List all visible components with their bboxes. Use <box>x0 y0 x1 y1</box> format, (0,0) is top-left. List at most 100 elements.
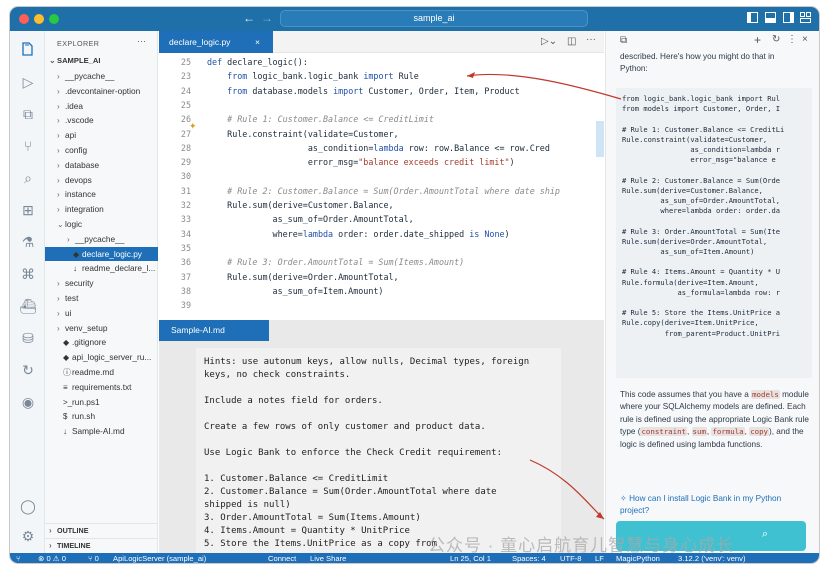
run-debug-icon[interactable]: ▷ <box>19 73 37 91</box>
minimize-window-button[interactable] <box>34 14 44 24</box>
split-editor-icon[interactable]: ◫ <box>567 36 576 47</box>
tree-item[interactable]: › __pycache__ <box>45 69 158 84</box>
tree-item[interactable]: >_run.ps1 <box>45 395 158 410</box>
github-icon[interactable]: ◉ <box>19 393 37 411</box>
explorer-header: EXPLORER <box>57 39 100 48</box>
remote-indicator-icon[interactable]: ⑂ <box>16 553 21 563</box>
ports-indicator[interactable]: ⑂ 0 <box>88 553 99 563</box>
command-center-search[interactable]: sample_ai <box>280 10 588 27</box>
chat-explanation: This code assumes that you have a models… <box>620 390 809 449</box>
zoom-window-button[interactable] <box>49 14 59 24</box>
chat-more-icon[interactable]: ⋮ <box>787 34 797 45</box>
problems-indicator[interactable]: ⊗ 0 ⚠ 0 <box>38 553 66 563</box>
tree-item[interactable]: › instance <box>45 187 158 202</box>
tree-item[interactable]: ≡ requirements.txt <box>45 380 158 395</box>
deploy-icon[interactable]: ↻ <box>19 361 37 379</box>
code-line[interactable]: from database.models import Customer, Or… <box>207 84 519 98</box>
nav-forward-icon[interactable]: → <box>261 11 273 25</box>
outline-section[interactable]: › OUTLINE <box>45 523 158 538</box>
editor-more-icon[interactable]: ··· <box>586 34 596 45</box>
explorer-icon[interactable] <box>19 41 37 59</box>
tree-item[interactable]: › integration <box>45 202 158 217</box>
code-line[interactable]: # Rule 2: Customer.Balance = Sum(Order.A… <box>207 184 560 198</box>
settings-gear-icon[interactable]: ⚙ <box>19 527 37 545</box>
toggle-panel-icon[interactable] <box>765 12 776 27</box>
tree-item[interactable]: ↓ Sample-AI.md <box>45 424 158 439</box>
tree-item[interactable]: ↓ readme_declare_l... <box>45 261 158 276</box>
markdown-preview-panel: Sample-AI.md Hints: use autonum keys, al… <box>159 320 604 553</box>
tree-item[interactable]: ◆ declare_logic.py <box>45 246 158 262</box>
code-line[interactable]: error_msg="balance exceeds credit limit"… <box>207 155 515 169</box>
remote-explorer-icon[interactable]: ⧉ <box>19 105 37 123</box>
code-line[interactable]: # Rule 3: Order.AmountTotal = Sum(Items.… <box>207 255 464 269</box>
tree-item[interactable]: › .idea <box>45 99 158 114</box>
account-icon[interactable]: ◯ <box>19 497 37 515</box>
tree-item-label: .gitignore <box>72 337 107 348</box>
live-share-button[interactable]: Live Share <box>310 553 346 563</box>
explorer-more-button[interactable]: ··· <box>137 36 146 46</box>
chat-icon[interactable]: ⧉ <box>620 35 627 46</box>
tree-item[interactable]: › database <box>45 158 158 173</box>
send-icon[interactable]: ⌕ <box>762 528 768 541</box>
tree-item[interactable]: ⌄logic <box>45 217 158 232</box>
code-line[interactable]: as_condition=lambda row: row.Balance <= … <box>207 141 550 155</box>
tree-item[interactable]: › ui <box>45 306 158 321</box>
code-ref-copy: copy <box>749 427 769 437</box>
customize-layout-icon[interactable] <box>800 12 811 27</box>
chat-suggestion-link[interactable]: ✧ How can I install Logic Bank in my Pyt… <box>620 493 810 518</box>
code-line[interactable]: Rule.sum(derive=Order.AmountTotal, <box>207 270 398 284</box>
chevron-icon: › <box>67 234 70 244</box>
code-line[interactable]: # Rule 1: Customer.Balance <= CreditLimi… <box>207 112 434 126</box>
tree-item[interactable]: ⓘreadme.md <box>45 365 158 380</box>
run-file-icon[interactable]: ▷⌄ <box>541 36 557 47</box>
code-line[interactable]: def declare_logic(): <box>207 55 308 69</box>
close-chat-icon[interactable]: × <box>802 34 808 45</box>
new-chat-icon[interactable]: + <box>754 33 761 47</box>
tree-item[interactable]: › test <box>45 291 158 306</box>
tree-item[interactable]: › devops <box>45 173 158 188</box>
timeline-section[interactable]: › TIMELINE <box>45 538 158 553</box>
tab-declare-logic[interactable]: declare_logic.py × <box>159 31 273 53</box>
code-line[interactable]: from logic_bank.logic_bank import Rule <box>207 69 419 83</box>
code-line[interactable]: Rule.sum(derive=Customer.Balance, <box>207 198 393 212</box>
tab-sample-ai-md[interactable]: Sample-AI.md <box>159 320 269 341</box>
markdown-body[interactable]: Hints: use autonum keys, allow nulls, De… <box>196 348 561 553</box>
nav-back-icon[interactable]: ← <box>243 11 255 25</box>
history-icon[interactable]: ↻ <box>772 34 780 45</box>
code-area[interactable]: 25 def declare_logic(): 23 from logic_bank… <box>159 53 604 319</box>
copilot-chat-pane: ⧉ + ↻ ⋮ × described. Here's how you migh… <box>605 31 819 553</box>
tree-item[interactable]: ◆ .gitignore <box>45 335 158 350</box>
code-line[interactable]: where=lambda order: order.date_shipped i… <box>207 227 510 241</box>
tree-item[interactable]: › security <box>45 276 158 291</box>
tree-item[interactable]: $ run.sh <box>45 409 158 424</box>
tree-item[interactable]: ◆ api_logic_server_ru... <box>45 350 158 365</box>
editor-scrollbar[interactable] <box>596 121 604 157</box>
chat-code-block[interactable]: from logic_bank.logic_bank import Rul fr… <box>616 88 812 378</box>
close-window-button[interactable] <box>19 14 29 24</box>
toggle-sidebar-icon[interactable] <box>747 12 758 27</box>
connect-button[interactable]: Connect <box>268 553 296 563</box>
chevron-icon: › <box>57 323 60 333</box>
source-control-icon[interactable]: ⑂ <box>19 137 37 155</box>
tree-item[interactable]: › venv_setup <box>45 321 158 336</box>
tree-item-label: run.ps1 <box>72 396 100 407</box>
tree-item[interactable]: › config <box>45 143 158 158</box>
extensions-icon[interactable]: ⊞ <box>19 201 37 219</box>
python-env-indicator[interactable]: ApiLogicServer (sample_ai) <box>113 553 206 563</box>
close-tab-icon[interactable]: × <box>255 31 260 53</box>
database-icon[interactable]: ⛁ <box>19 329 37 347</box>
remote-icon[interactable]: ⌘ <box>19 265 37 283</box>
code-line[interactable]: as_sum_of=Order.AmountTotal, <box>207 212 414 226</box>
tree-item[interactable]: › __pycache__ <box>45 232 158 247</box>
docker-icon[interactable]: ⛴ <box>19 297 37 315</box>
testing-icon[interactable]: ⚗ <box>19 233 37 251</box>
toggle-secondary-sidebar-icon[interactable] <box>783 12 794 27</box>
tree-item[interactable]: › .vscode <box>45 113 158 128</box>
code-line[interactable]: Rule.constraint(validate=Customer, <box>207 127 398 141</box>
tree-item[interactable]: › .devcontainer-option <box>45 84 158 99</box>
tree-item[interactable]: › api <box>45 128 158 143</box>
file-icon: ◆ <box>63 353 70 363</box>
search-icon[interactable]: ⌕ <box>19 169 37 187</box>
code-line[interactable]: as_sum_of=Item.Amount) <box>207 284 384 298</box>
workspace-root[interactable]: ⌄SAMPLE_AI <box>45 54 158 69</box>
